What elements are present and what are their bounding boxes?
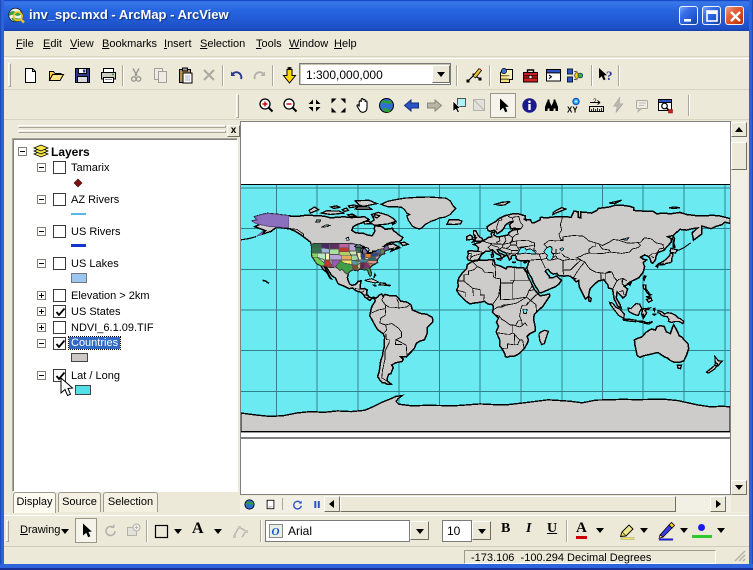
svg-text:2: 2 (593, 98, 597, 105)
svg-text:O: O (272, 526, 280, 538)
svg-text:XY: XY (567, 106, 578, 115)
svg-text:?: ? (606, 68, 613, 83)
